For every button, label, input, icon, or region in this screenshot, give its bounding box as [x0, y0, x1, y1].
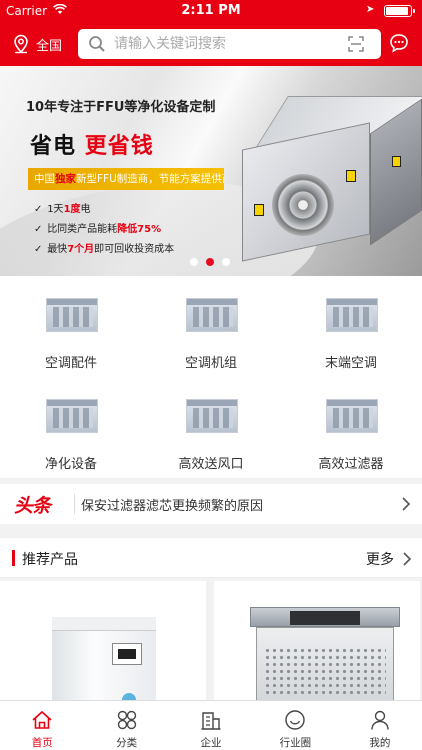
slogan-black: 省电	[30, 134, 77, 159]
section-title: 推荐产品	[22, 552, 78, 568]
category-item[interactable]: 空调配件	[1, 276, 141, 377]
status-bar: Carrier 2:11 PM ➤	[0, 0, 422, 22]
banner-bullet: ✓ 1天1度电	[34, 200, 174, 220]
category-icon	[117, 710, 136, 730]
chevron-right-icon	[402, 497, 411, 511]
category-image	[326, 399, 378, 433]
check-icon: ✓	[34, 244, 43, 255]
battery-icon	[384, 5, 415, 17]
tab-label: 分类	[116, 737, 138, 749]
carousel-dot[interactable]	[190, 258, 198, 266]
banner-bullets: ✓ 1天1度电 ✓ 比同类产品能耗降低75% ✓ 最快7个月即可回收投资成本	[34, 200, 174, 260]
top-bar: Carrier 2:11 PM ➤ 全国	[0, 0, 422, 66]
carousel-dot-active[interactable]	[206, 258, 214, 266]
tab-profile[interactable]: 我的	[338, 701, 422, 750]
enterprise-icon	[201, 712, 221, 730]
check-icon: ✓	[34, 204, 43, 215]
section-accent-bar	[12, 550, 15, 566]
banner-slogan: 省电 更省钱	[30, 128, 154, 160]
user-icon	[371, 710, 389, 730]
category-label: 空调机组	[184, 356, 237, 371]
tab-home[interactable]: 首页	[0, 701, 84, 750]
category-image	[46, 298, 98, 332]
product-image	[250, 607, 400, 700]
ribbon-text-a: 中国	[34, 173, 55, 185]
warning-label-icon	[254, 204, 264, 216]
category-image	[186, 298, 238, 332]
category-label: 净化设备	[44, 457, 97, 472]
banner-bullet: ✓ 最快7个月即可回收投资成本	[34, 240, 174, 260]
recommended-header: 推荐产品 更多	[0, 538, 422, 578]
header: 全国	[0, 22, 422, 66]
product-card[interactable]	[0, 581, 206, 700]
banner-ribbon: 中国独家新型FFU制造商，节能方案提供商	[28, 168, 224, 190]
category-item[interactable]: 净化设备	[1, 377, 141, 478]
product-image	[52, 617, 156, 700]
category-item[interactable]: 高效送风口	[141, 377, 281, 478]
category-item[interactable]: 高效过滤器	[281, 377, 421, 478]
search-box[interactable]	[78, 29, 381, 59]
chevron-right-icon[interactable]	[402, 551, 412, 567]
clock: 2:11 PM	[181, 3, 241, 18]
headline-bar[interactable]: 头条 保安过滤器滤芯更换频繁的原因	[0, 484, 422, 524]
slogan-red: 更省钱	[84, 134, 154, 159]
category-label: 空调配件	[44, 356, 97, 371]
category-item[interactable]: 末端空调	[281, 276, 421, 377]
category-grid: 空调配件 空调机组 末端空调 净化设备 高效送风口 高效过滤器	[0, 276, 422, 478]
divider	[74, 494, 75, 514]
tab-bar: 首页 分类 企业 行业圈 我的	[0, 700, 422, 750]
warning-label-icon	[346, 170, 356, 182]
tab-category[interactable]: 分类	[84, 701, 168, 750]
carousel-dots	[190, 258, 230, 266]
tab-label: 企业	[200, 737, 222, 749]
product-list	[0, 579, 422, 700]
more-link[interactable]: 更多	[366, 549, 394, 569]
tab-label: 首页	[31, 737, 53, 749]
category-label: 高效送风口	[178, 457, 244, 472]
category-image	[326, 298, 378, 332]
search-input[interactable]	[114, 32, 334, 56]
category-item[interactable]: 空调机组	[141, 276, 281, 377]
category-image	[186, 399, 238, 433]
banner-headline: 10年专注于FFU等净化设备定制	[26, 100, 216, 115]
home-icon	[32, 710, 52, 729]
promo-banner[interactable]: 10年专注于FFU等净化设备定制 省电 更省钱 中国独家新型FFU制造商，节能方…	[0, 66, 422, 276]
region-selector[interactable]: 全国	[12, 33, 62, 55]
message-icon[interactable]	[389, 33, 409, 53]
circle-icon	[285, 710, 306, 730]
ribbon-text-c: 新型FFU制造商，节能方案提供商	[76, 173, 224, 185]
ffu-unit-image	[242, 96, 422, 262]
warning-label-icon	[392, 156, 401, 167]
fan-graphic	[272, 174, 334, 236]
tab-label: 行业圈	[279, 737, 312, 749]
banner-bullet: ✓ 比同类产品能耗降低75%	[34, 220, 174, 240]
tab-enterprise[interactable]: 企业	[169, 701, 253, 750]
location-icon	[14, 34, 28, 54]
scan-icon[interactable]	[348, 36, 364, 52]
category-image	[46, 399, 98, 433]
location-arrow-icon: ➤	[366, 4, 375, 15]
region-label: 全国	[36, 38, 63, 54]
category-label: 高效过滤器	[318, 457, 384, 472]
check-icon: ✓	[34, 224, 43, 235]
headline-text[interactable]: 保安过滤器滤芯更换频繁的原因	[81, 495, 263, 514]
headline-tag: 头条	[14, 495, 51, 517]
category-label: 末端空调	[324, 356, 377, 371]
product-card[interactable]	[214, 581, 420, 700]
tab-label: 我的	[369, 737, 391, 749]
ribbon-highlight: 独家	[55, 173, 76, 185]
carousel-dot[interactable]	[222, 258, 230, 266]
tab-industry-circle[interactable]: 行业圈	[253, 701, 337, 750]
search-icon	[89, 36, 105, 52]
